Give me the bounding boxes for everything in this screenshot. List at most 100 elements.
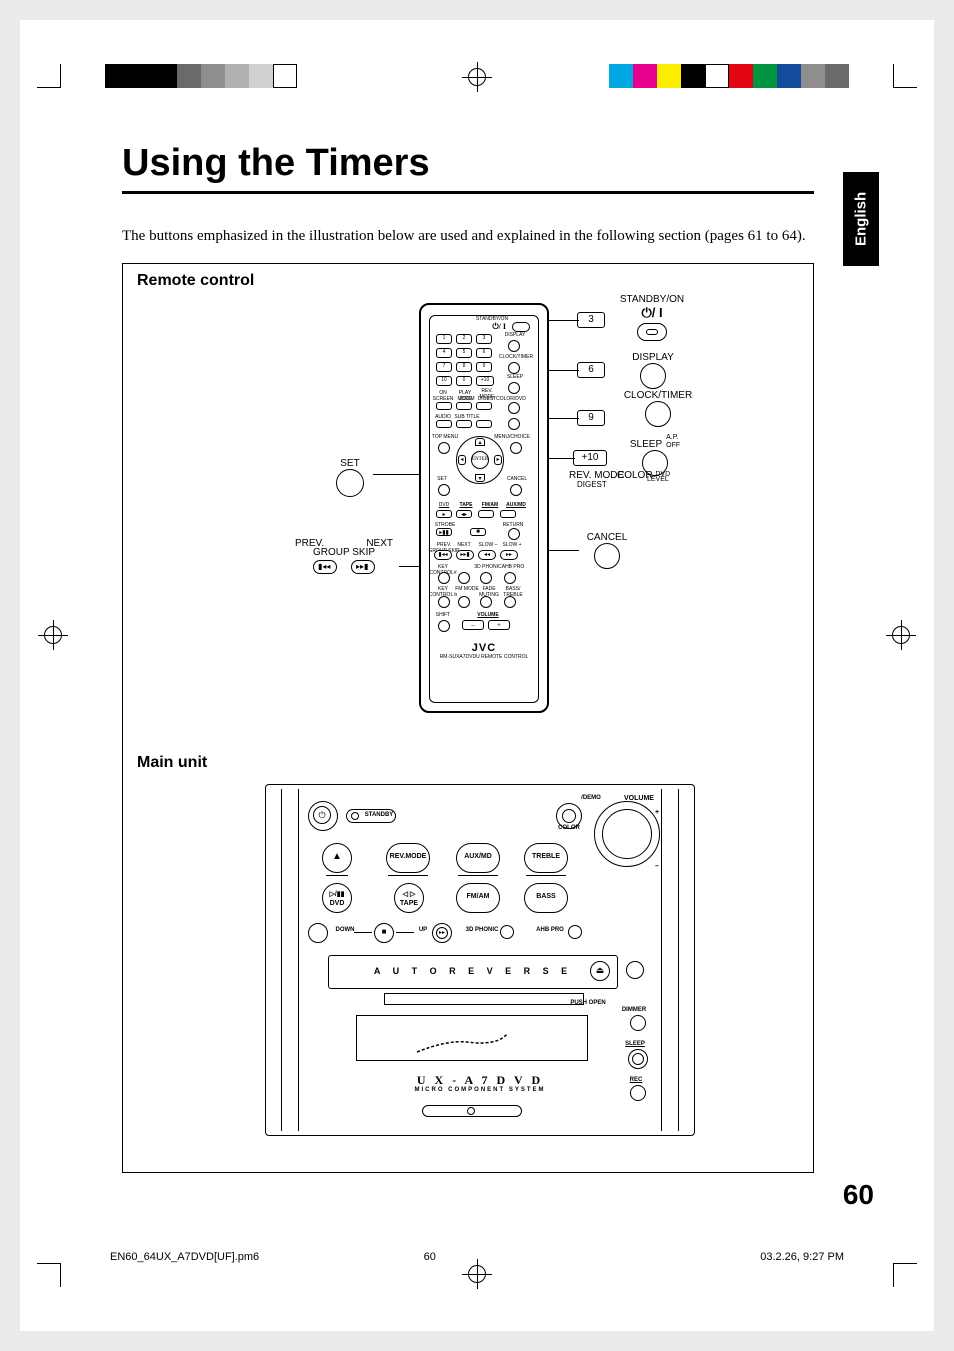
tiny-key-6: 6 bbox=[476, 348, 492, 358]
intro-text: The buttons emphasized in the illustrati… bbox=[122, 228, 822, 245]
footer-page: 60 bbox=[424, 1251, 436, 1263]
tiny-dvd-lbl: DVD bbox=[434, 502, 454, 508]
bass-button: BASS bbox=[524, 883, 568, 913]
tiny-ahbpro-lbl: AHB PRO bbox=[500, 564, 526, 570]
nav-left-icon: ◂ bbox=[458, 455, 466, 465]
tiny-key-3: 3 bbox=[476, 334, 492, 344]
tiny-remote-model: RM-SUXA7DVDU REMOTE CONTROL bbox=[430, 654, 538, 660]
rew-icon: ◂◂ bbox=[308, 923, 328, 943]
callout-key3: 3 bbox=[577, 312, 605, 328]
illustration-panel: Remote control SET PREV. NEXT GRO bbox=[122, 263, 814, 1173]
model-label: U X - A 7 D V D bbox=[266, 1073, 694, 1088]
registration-mark-left bbox=[44, 626, 62, 644]
ulabel-color: COLOR bbox=[554, 825, 584, 831]
tiny-auxmd-lbl: AUX/MD bbox=[504, 502, 528, 508]
callout-cancel: CANCEL bbox=[577, 532, 637, 572]
tiny-standby-icon: ⏻/ I bbox=[492, 322, 506, 332]
tiny-key-7: 7 bbox=[436, 362, 452, 372]
volume-minus: – bbox=[652, 863, 662, 870]
sleep-btn bbox=[628, 1049, 648, 1069]
main-unit-illustration: ⏻ STANDBY ▲ REV.MODE AUX/MD TREBLE bbox=[137, 780, 799, 1160]
set-ring-icon bbox=[336, 469, 364, 497]
tiny-sleep-lbl: SLEEP bbox=[500, 374, 530, 380]
tiny-sleep-btn bbox=[508, 382, 520, 394]
tiny-standby-key bbox=[512, 322, 530, 332]
display-ring-icon bbox=[640, 363, 666, 389]
key-9-icon: 9 bbox=[577, 410, 605, 426]
tiny-ff-btn: ▸▸ bbox=[500, 550, 518, 560]
callout-group-skip: PREV. NEXT GROUP SKIP ▮◂◂ ▸▸▮ bbox=[289, 538, 399, 574]
callout-plus10: +10 bbox=[573, 450, 607, 466]
phonic3d-btn bbox=[500, 925, 514, 939]
tiny-keyctrlb-btn bbox=[438, 596, 450, 608]
printer-swatches-left bbox=[105, 64, 297, 88]
volume-knob bbox=[594, 801, 660, 867]
tiny-clock-lbl: CLOCK/TIMER bbox=[496, 354, 536, 360]
model-subtitle: MICRO COMPONENT SYSTEM bbox=[266, 1087, 694, 1093]
tiny-key-4: 4 bbox=[436, 348, 452, 358]
label-level: LEVEL bbox=[647, 476, 669, 483]
tiny-brand: JVC bbox=[430, 642, 538, 654]
tiny-clock-btn bbox=[508, 362, 520, 374]
nav-down-icon: ▾ bbox=[475, 474, 485, 482]
ulabel-volume: VOLUME bbox=[614, 795, 664, 802]
tiny-display-btn bbox=[508, 340, 520, 352]
main-unit-outline: ⏻ STANDBY ▲ REV.MODE AUX/MD TREBLE bbox=[265, 784, 695, 1136]
lcd-display bbox=[356, 1015, 588, 1061]
tiny-key-0: 0 bbox=[456, 376, 472, 386]
printer-swatches-right bbox=[609, 64, 849, 88]
callout-standby: STANDBY/ON ⏻/ I bbox=[607, 294, 697, 343]
power-button-icon: ⏻ bbox=[308, 801, 338, 831]
tiny-playmode-btn bbox=[456, 402, 472, 410]
remote-panel-title: Remote control bbox=[137, 272, 799, 290]
tiny-key-8: 8 bbox=[456, 362, 472, 372]
tiny-keyctrl2-btn bbox=[458, 572, 470, 584]
tiny-blank2-btn bbox=[508, 418, 520, 430]
headphone-jack-icon bbox=[626, 961, 644, 979]
tiny-3dphonic-btn bbox=[480, 572, 492, 584]
fmam-button: FM/AM bbox=[456, 883, 500, 913]
page-title: Using the Timers bbox=[122, 142, 822, 185]
tiny-key-1: 1 bbox=[436, 334, 452, 344]
tiny-topmenu-btn bbox=[438, 442, 450, 454]
crop-mark-bl bbox=[37, 1263, 61, 1287]
tiny-key-10: 10 bbox=[436, 376, 452, 386]
label-standby: STANDBY/ON bbox=[607, 294, 697, 305]
tiny-key-plus10: +10 bbox=[476, 376, 494, 386]
remote-inner-outline: STANDBY/ON ⏻/ I 1 2 3 DISPLAY 4 5 6 bbox=[429, 315, 539, 703]
prev-pill-icon: ▮◂◂ bbox=[313, 560, 337, 574]
auxmd-button: AUX/MD bbox=[456, 843, 500, 873]
tiny-display-lbl: DISPLAY bbox=[500, 332, 530, 338]
tiny-menuchoice-btn bbox=[510, 442, 522, 454]
registration-mark-bottom bbox=[468, 1265, 486, 1283]
dvd-button: ▷/▮▮ DVD bbox=[322, 883, 352, 913]
standby-pill: STANDBY bbox=[346, 809, 396, 823]
tiny-color-btn bbox=[508, 402, 520, 414]
tiny-fmam-btn bbox=[478, 510, 494, 518]
tiny-key-5: 5 bbox=[456, 348, 472, 358]
tiny-nextgrp-lbl: NEXT bbox=[454, 542, 474, 548]
tiny-voldown-btn: – bbox=[462, 620, 484, 630]
ulabel-sleep: SLEEP bbox=[620, 1041, 650, 1047]
ulabel-ahbpro: AHB PRO bbox=[532, 927, 568, 933]
tiny-color-lbl: COLOR/DVD bbox=[496, 396, 526, 402]
tiny-shift-btn bbox=[438, 620, 450, 632]
tiny-key-2: 2 bbox=[456, 334, 472, 344]
ulabel-demo: /DEMO bbox=[576, 795, 606, 801]
tiny-return-btn bbox=[508, 528, 520, 540]
tiny-volup-btn: + bbox=[488, 620, 510, 630]
tiny-slowp-lbl: SLOW + bbox=[500, 542, 524, 548]
key-plus10-icon: +10 bbox=[573, 450, 607, 466]
footer: EN60_64UX_A7DVD[UF].pm6 60 03.2.26, 9:27… bbox=[100, 1251, 854, 1263]
ulabel-3dphonic: 3D PHONIC bbox=[462, 927, 502, 933]
callout-key9: 9 bbox=[577, 410, 605, 426]
ulabel-standby: STANDBY bbox=[361, 812, 397, 818]
content-region: Using the Timers The buttons emphasized … bbox=[122, 142, 822, 1173]
standby-button-icon bbox=[637, 323, 667, 341]
tiny-topmenu-lbl: TOP MENU bbox=[430, 434, 460, 440]
tiny-enter-btn: ENTER bbox=[471, 451, 489, 469]
tiny-fade-btn bbox=[480, 596, 492, 608]
footer-timestamp: 03.2.26, 9:27 PM bbox=[760, 1251, 844, 1263]
disc-tray bbox=[422, 1105, 522, 1117]
label-sleep: SLEEP bbox=[630, 439, 662, 450]
